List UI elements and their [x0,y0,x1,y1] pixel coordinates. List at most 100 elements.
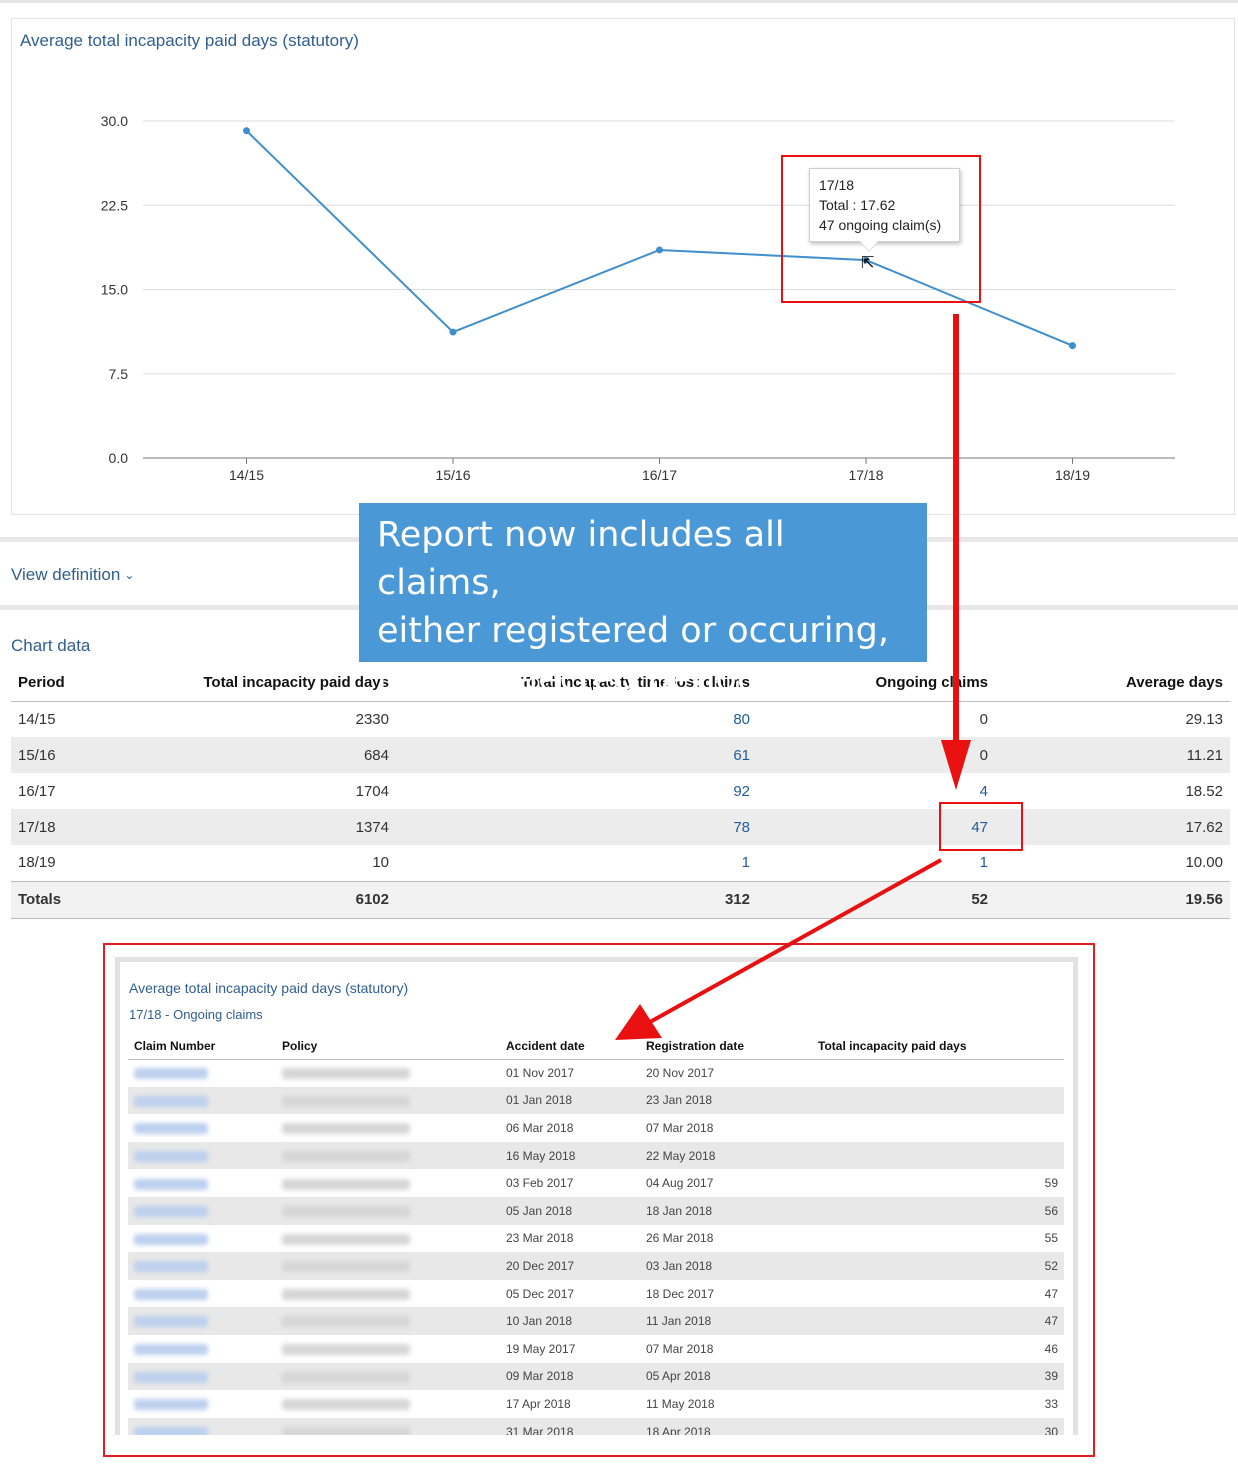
claim-number-link[interactable] [128,1086,276,1115]
cell-period: 15/16 [11,737,131,773]
cell-time-lost-claims-link[interactable]: 92 [396,773,757,809]
redacted-policy [282,1316,410,1328]
data-point[interactable] [243,127,250,135]
table-row: 01 Nov 2017 20 Nov 2017 [128,1059,1064,1087]
cell-average-days: 29.13 [1185,710,1223,728]
accident-date-cell: 20 Dec 2017 [500,1252,640,1280]
column-header-registration-date[interactable]: Registration date [640,1033,812,1060]
table-row: 16/17 1704 92 4 18.52 [11,773,1230,809]
column-header-claim-number[interactable]: Claim Number [128,1033,276,1060]
totals-ongoing-claims: 52 [757,880,995,919]
column-header-policy[interactable]: Policy [276,1033,500,1060]
claim-number-link[interactable] [128,1196,276,1225]
claim-number-link[interactable] [128,1141,276,1170]
cell-paid-days: 1704 [355,782,389,800]
accident-date-cell: 01 Nov 2017 [506,1066,575,1081]
accident-date-cell: 09 Mar 2018 [500,1362,640,1391]
ongoing-claims-highlight-box [939,802,1023,851]
column-header-period[interactable]: Period [11,664,131,702]
paid-days-cell: 39 [812,1362,1064,1391]
registration-date-cell: 26 Mar 2018 [646,1231,714,1246]
table-row: 20 Dec 2017 03 Jan 2018 52 [128,1252,1064,1280]
cell-time-lost-claims-link[interactable]: 1 [396,845,757,881]
claim-number-link[interactable] [128,1280,276,1308]
cell-ongoing-claims: 0 [757,737,995,773]
data-point[interactable] [449,328,457,336]
paid-days-cell: 55 [1044,1231,1058,1246]
claim-number-link[interactable] [128,1059,276,1087]
banner-line: in the selected period [377,659,759,699]
table-row: 23 Mar 2018 26 Mar 2018 55 [128,1225,1064,1253]
column-header-total-paid-days[interactable]: Total incapacity paid days [812,1033,1064,1060]
table-row: 17/18 1374 78 47 17.62 [11,809,1230,845]
column-header-average-days[interactable]: Average days [995,664,1230,702]
x-tick-label: 17/18 [848,467,883,483]
table-row: 05 Jan 2018 18 Jan 2018 56 [128,1196,1064,1225]
table-row: 01 Jan 2018 23 Jan 2018 [128,1086,1064,1115]
accident-date-cell: 03 Feb 2017 [506,1176,574,1191]
banner-line: either registered or occuring, [377,611,889,651]
table-row: 09 Mar 2018 05 Apr 2018 39 [128,1362,1064,1391]
accident-date-cell: 05 Dec 2017 [506,1286,575,1301]
redacted-claim-number [134,1288,208,1300]
data-point[interactable] [656,246,663,254]
redacted-claim-number [134,1426,208,1435]
accident-date-cell: 16 May 2018 [500,1141,640,1170]
cell-paid-days: 2330 [355,710,389,728]
registration-date-cell: 07 Mar 2018 [646,1120,714,1135]
y-tick-label: 7.5 [109,366,129,382]
cell-time-lost-claims-link[interactable]: 78 [396,809,757,845]
claim-number-link[interactable] [128,1307,276,1335]
chart-tooltip-highlight-box [781,155,981,303]
claim-number-link[interactable] [128,1362,276,1391]
redacted-policy [282,1344,410,1356]
redacted-policy [282,1178,410,1190]
chart-data-title: Chart data [11,636,91,655]
redacted-policy [282,1068,410,1080]
policy-cell [276,1169,500,1197]
paid-days-cell [812,1141,1064,1170]
policy-cell [276,1059,500,1087]
cell-average-days: 11.21 [995,737,1230,773]
claim-number-link[interactable] [128,1335,276,1363]
table-row: 10 Jan 2018 11 Jan 2018 47 [128,1307,1064,1335]
registration-date-cell: 11 Jan 2018 [640,1307,812,1335]
policy-cell [276,1086,500,1115]
column-header-paid-days[interactable]: Total incapacity paid days [131,664,396,702]
view-definition-toggle[interactable]: View definition ⌄ [11,565,134,585]
policy-cell [276,1362,500,1391]
claim-number-link[interactable] [128,1252,276,1280]
claim-number-link[interactable] [128,1114,276,1142]
table-row: 15/16 684 61 0 11.21 [11,737,1230,773]
table-row: 16 May 2018 22 May 2018 [128,1141,1064,1170]
chart-panel: 0.0 7.5 15.0 22.5 30.0 14/15 15/16 16/17 17/18 18… [11,18,1235,515]
claim-number-link[interactable] [128,1169,276,1197]
data-point[interactable] [1069,342,1076,350]
cell-period: 17/18 [11,809,131,845]
column-header-accident-date[interactable]: Accident date [500,1033,640,1060]
policy-cell [276,1196,500,1225]
claim-number-link[interactable] [128,1417,276,1435]
claim-number-link[interactable] [128,1225,276,1253]
line-chart: 0.0 7.5 15.0 22.5 30.0 14/15 15/16 16/17 17/18 18… [101,113,1175,483]
table-row: 05 Dec 2017 18 Dec 2017 47 [128,1280,1064,1308]
drilldown-header-row: Claim Number Policy Accident date Regist… [128,1033,1064,1060]
registration-date-cell: 18 Jan 2018 [640,1196,812,1225]
cell-time-lost-claims-link[interactable]: 61 [396,737,757,773]
x-tick-label: 16/17 [642,467,677,483]
cell-time-lost-claims-link[interactable]: 80 [396,701,757,737]
paid-days-cell: 59 [1044,1176,1058,1191]
claim-number-link[interactable] [128,1390,276,1418]
redacted-policy [282,1288,410,1300]
redacted-policy [282,1206,410,1218]
totals-average-days: 19.56 [995,880,1230,919]
cell-paid-days: 684 [131,737,396,773]
registration-date-cell: 18 Dec 2017 [646,1286,715,1301]
redacted-claim-number [134,1344,208,1356]
registration-date-cell: 20 Nov 2017 [646,1066,715,1081]
redacted-claim-number [134,1233,208,1245]
policy-cell [276,1114,500,1142]
cell-paid-days: 10 [372,854,389,872]
registration-date-cell: 22 May 2018 [640,1141,812,1170]
accident-date-cell: 05 Jan 2018 [500,1196,640,1225]
